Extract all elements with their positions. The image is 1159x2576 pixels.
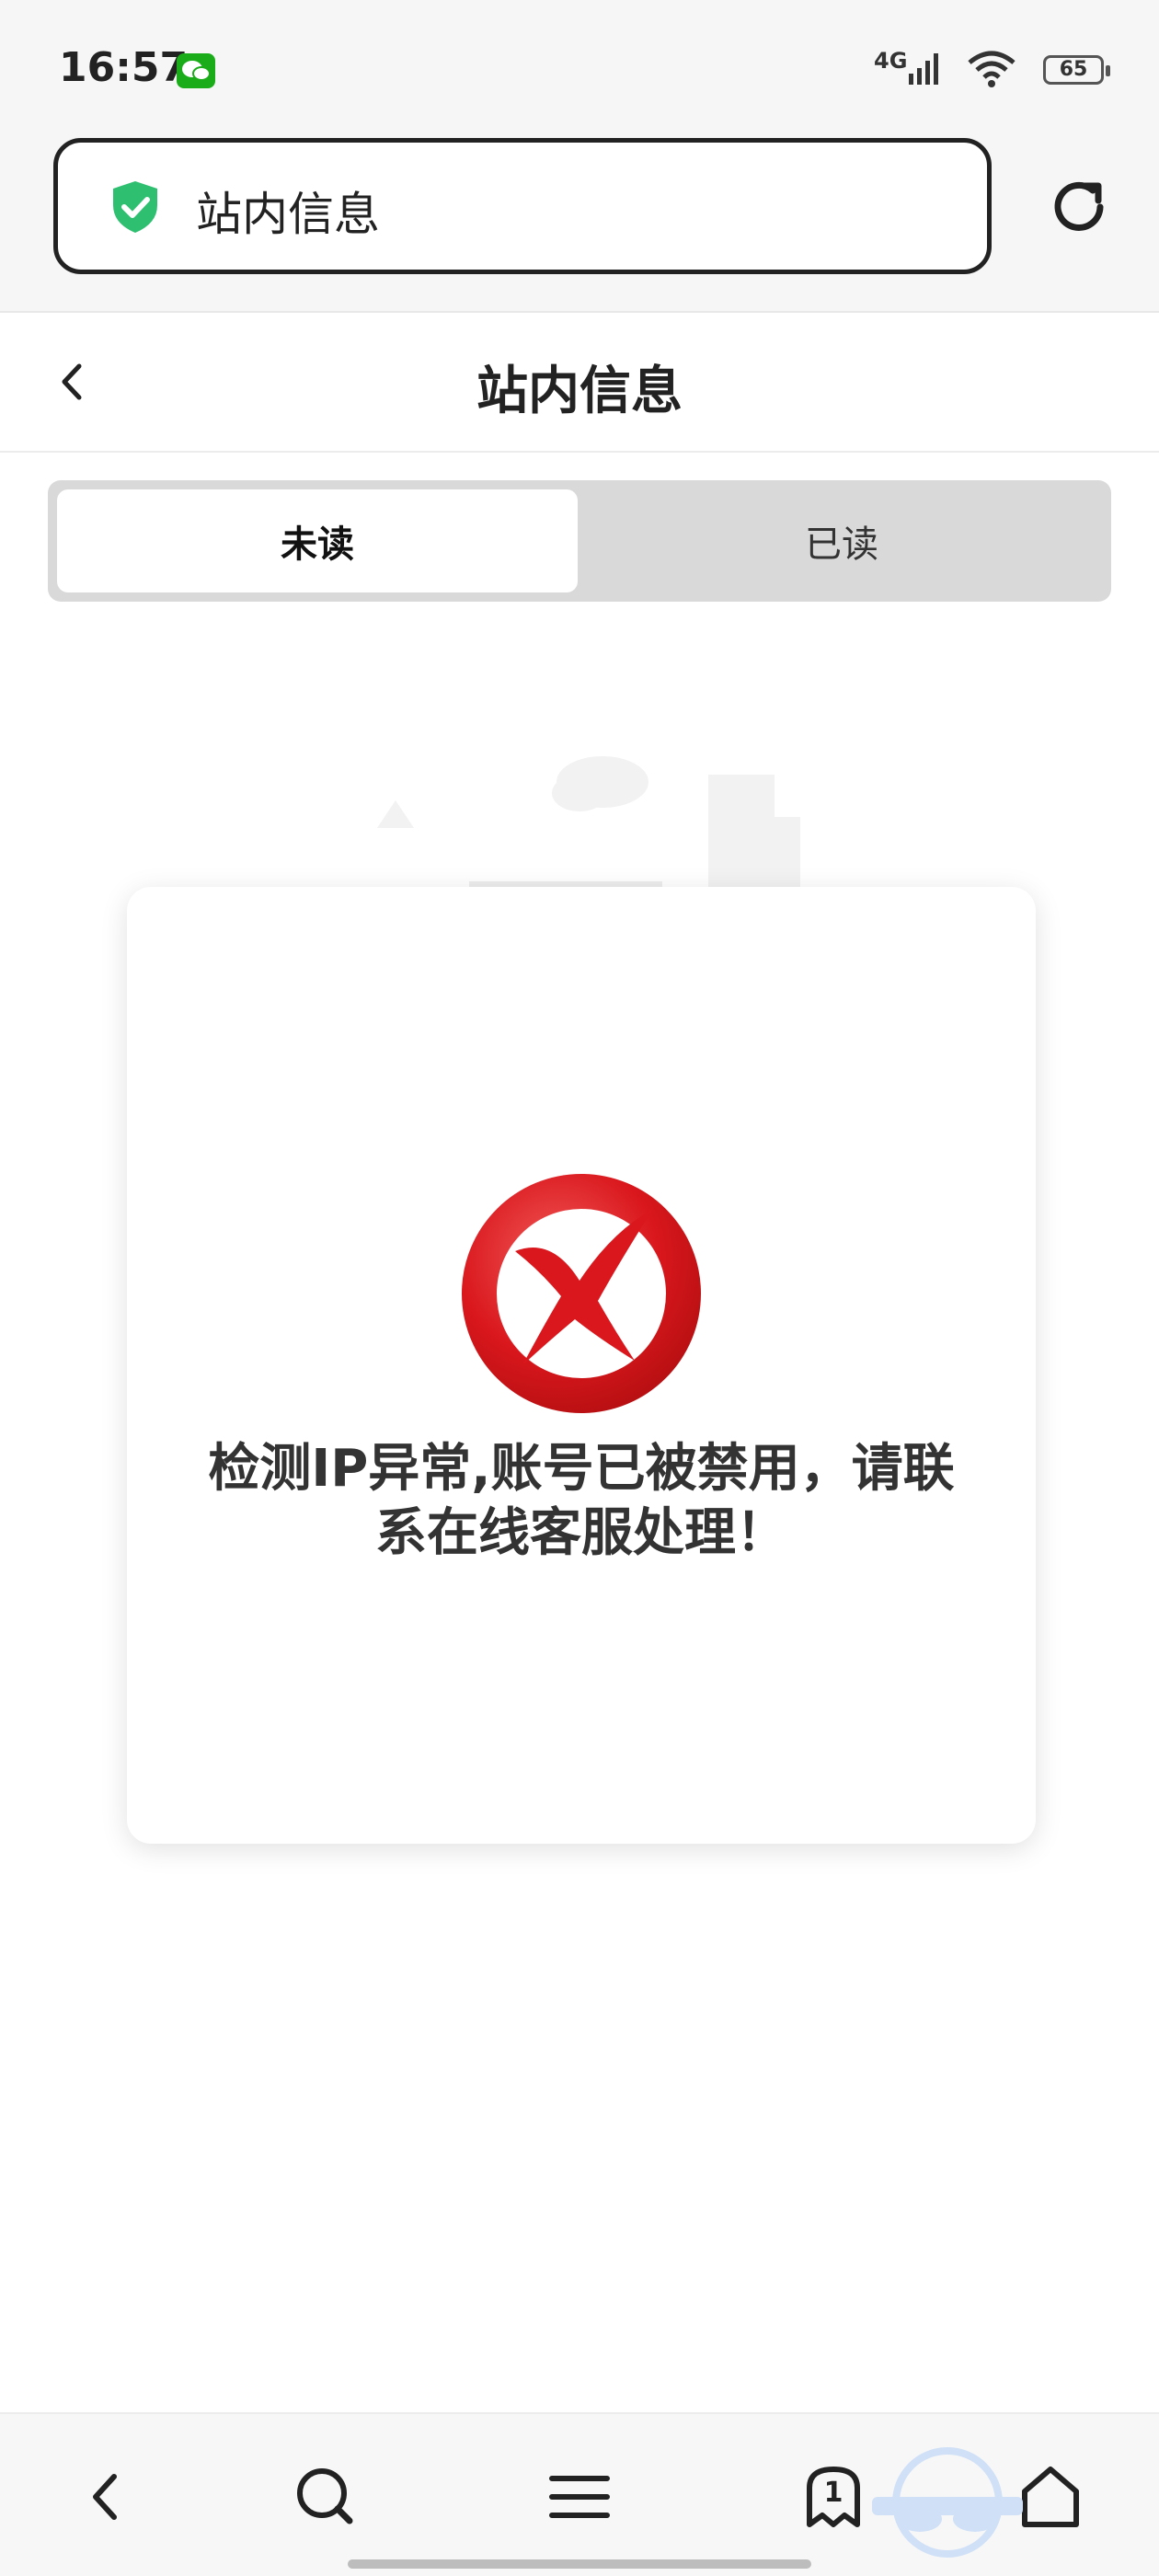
url-field[interactable]: 站内信息 <box>53 138 992 274</box>
error-message-line2: 系在线客服处理！ <box>375 1503 787 1563</box>
red-x-error-icon <box>462 1174 701 1413</box>
tab-read[interactable]: 已读 <box>581 489 1102 592</box>
refresh-icon[interactable] <box>1047 175 1111 239</box>
mascot-watermark-icon <box>872 2447 1023 2558</box>
menu-icon[interactable] <box>543 2460 616 2534</box>
nav-back-icon[interactable] <box>72 2460 145 2534</box>
shield-check-icon <box>113 181 157 233</box>
wechat-icon <box>177 53 215 88</box>
error-message-line1: 检测IP异常,账号已被禁用，请联 <box>208 1439 955 1499</box>
network-type: 4G <box>874 48 908 74</box>
page-title: 站内信息 <box>476 362 683 421</box>
home-indicator[interactable] <box>348 2559 811 2569</box>
status-indicators: 4G 65 <box>874 48 1113 94</box>
status-bar: 16:57 4G 65 <box>0 0 1159 138</box>
browser-address-bar: 站内信息 <box>0 138 1159 313</box>
tab-bar: 未读 已读 <box>48 480 1111 602</box>
battery-indicator: 65 <box>1043 55 1110 85</box>
tabs-button[interactable]: 1 <box>797 2460 870 2534</box>
wifi-icon <box>968 51 1016 87</box>
empty-state-illustration <box>377 756 800 892</box>
tab-unread[interactable]: 未读 <box>57 489 578 592</box>
status-time: 16:57 <box>59 44 189 91</box>
search-icon[interactable] <box>289 2460 362 2534</box>
error-dialog: 检测IP异常,账号已被禁用，请联 系在线客服处理！ <box>127 887 1036 1844</box>
url-text: 站内信息 <box>196 188 380 241</box>
signal-icon <box>909 53 938 85</box>
tabs-count: 1 <box>823 2477 843 2509</box>
error-message: 检测IP异常,账号已被禁用，请联 系在线客服处理！ <box>164 1437 999 1566</box>
page-header: 站内信息 <box>0 313 1159 453</box>
